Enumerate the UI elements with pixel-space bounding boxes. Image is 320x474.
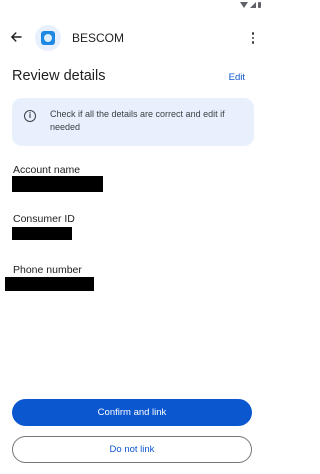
battery-icon <box>258 2 261 8</box>
status-icons <box>240 2 261 8</box>
confirm-and-link-button[interactable]: Confirm and link <box>12 399 252 426</box>
app-bar: BESCOM <box>0 24 267 52</box>
info-card: i Check if all the details are correct a… <box>12 98 254 146</box>
back-button[interactable] <box>6 27 26 47</box>
status-bar <box>0 0 267 12</box>
do-not-link-button[interactable]: Do not link <box>12 436 252 463</box>
consumer-id-label: Consumer ID <box>13 213 75 225</box>
besc-logo-icon <box>35 25 61 51</box>
info-text: Check if all the details are correct and… <box>50 109 225 132</box>
arrow-back-icon <box>11 32 22 42</box>
more-vert-icon[interactable] <box>247 30 259 46</box>
wifi-icon <box>240 2 248 8</box>
phone-number-value-redacted <box>5 277 94 291</box>
account-name-label: Account name <box>13 164 81 176</box>
app-title: BESCOM <box>72 31 125 45</box>
page-title: Review details <box>12 68 106 84</box>
signal-icon <box>250 2 256 8</box>
phone-number-label: Phone number <box>13 264 82 276</box>
account-name-value-redacted <box>12 176 103 192</box>
consumer-id-value-redacted <box>12 227 72 240</box>
info-icon: i <box>24 110 36 122</box>
edit-button[interactable]: Edit <box>229 72 245 83</box>
